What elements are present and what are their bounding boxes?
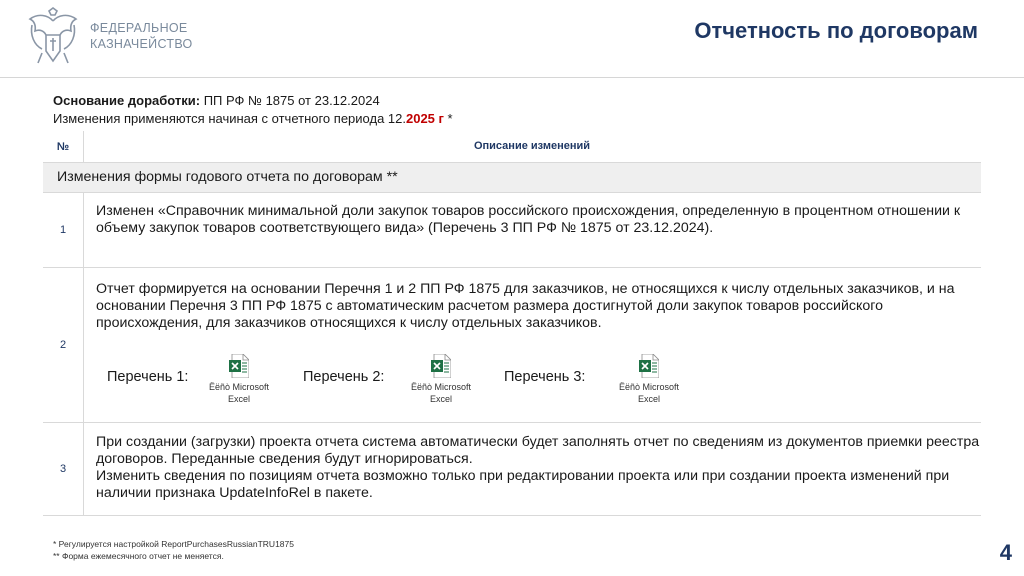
footnotes: * Регулируется настройкой ReportPurchase… xyxy=(53,538,294,562)
row-number: 3 xyxy=(59,463,67,475)
row-description: Отчет формируется на основании Перечня 1… xyxy=(96,281,955,331)
basis-block: Основание доработки: ПП РФ № 1875 от 23.… xyxy=(53,92,453,128)
file-name: Ëëñò Microsoft xyxy=(618,382,680,392)
excel-file-icon xyxy=(431,354,451,378)
file-name: Ëëñò Microsoft xyxy=(410,382,472,392)
excel-file-icon xyxy=(229,354,249,378)
double-headed-eagle-emblem-icon xyxy=(28,7,78,64)
changes-table: № Описание изменений Изменения формы год… xyxy=(43,131,981,516)
page-number: 4 xyxy=(999,540,1012,565)
excel-file-icon xyxy=(639,354,659,378)
row-description: При создании (загрузки) проекта отчета с… xyxy=(96,423,981,502)
column-divider xyxy=(83,193,84,267)
basis-line: Основание доработки: ПП РФ № 1875 от 23.… xyxy=(53,92,453,110)
footnote-1: * Регулируется настройкой ReportPurchase… xyxy=(53,539,294,549)
row-number: 1 xyxy=(59,224,67,236)
attachment-file-1[interactable]: Ëëñò Microsoft Excel xyxy=(199,354,279,405)
section-title: Изменения формы годового отчета по догов… xyxy=(57,169,398,185)
column-header-number: № xyxy=(56,140,70,153)
basis-label: Основание доработки: xyxy=(53,93,201,108)
attachment-file-2[interactable]: Ëëñò Microsoft Excel xyxy=(401,354,481,405)
attachment-file-3[interactable]: Ëëñò Microsoft Excel xyxy=(609,354,689,405)
table-row: 1 Изменен «Справочник минимальной доли з… xyxy=(43,193,981,268)
attachment-label: Перечень 1: xyxy=(107,369,189,385)
brand-line-2: КАЗНАЧЕЙСТВО xyxy=(90,37,193,51)
row-description: Изменен «Справочник минимальной доли зак… xyxy=(96,203,961,236)
attachment-label: Перечень 3: xyxy=(504,369,586,385)
file-type: Excel xyxy=(637,394,660,404)
section-row: Изменения формы годового отчета по догов… xyxy=(43,163,981,193)
column-header-description: Описание изменений xyxy=(473,140,591,152)
table-row: 2 Отчет формируется на основании Перечня… xyxy=(43,268,981,423)
row-description-line-2: Изменить сведения по позициям отчета воз… xyxy=(96,468,950,501)
header-divider xyxy=(0,77,1024,78)
file-type: Excel xyxy=(227,394,250,404)
table-row: 3 При создании (загрузки) проекта отчета… xyxy=(43,423,981,516)
period-line: Изменения применяются начиная с отчетног… xyxy=(53,110,453,128)
period-text: Изменения применяются начиная с отчетног… xyxy=(53,111,406,126)
table-header-row: № Описание изменений xyxy=(43,131,981,163)
period-highlight: 2025 г xyxy=(405,111,444,126)
column-divider xyxy=(83,423,84,515)
page-title: Отчетность по договорам xyxy=(694,18,978,43)
attachments-line: Перечень 1: Ëëñò Microsoft Excel Перечен… xyxy=(43,354,981,414)
period-suffix: * xyxy=(443,111,453,126)
file-name: Ëëñò Microsoft xyxy=(208,382,270,392)
footnote-2: ** Форма ежемесячного отчет не меняется. xyxy=(53,551,224,561)
row-description-line-1: При создании (загрузки) проекта отчета с… xyxy=(96,434,980,467)
basis-value: ПП РФ № 1875 от 23.12.2024 xyxy=(200,93,380,108)
attachment-label: Перечень 2: xyxy=(303,369,385,385)
file-type: Excel xyxy=(429,394,452,404)
brand-line-1: ФЕДЕРАЛЬНОЕ xyxy=(90,21,188,35)
brand-name: ФЕДЕРАЛЬНОЕ КАЗНАЧЕЙСТВО xyxy=(90,20,193,52)
slide-header: ФЕДЕРАЛЬНОЕ КАЗНАЧЕЙСТВО Отчетность по д… xyxy=(0,0,1024,78)
